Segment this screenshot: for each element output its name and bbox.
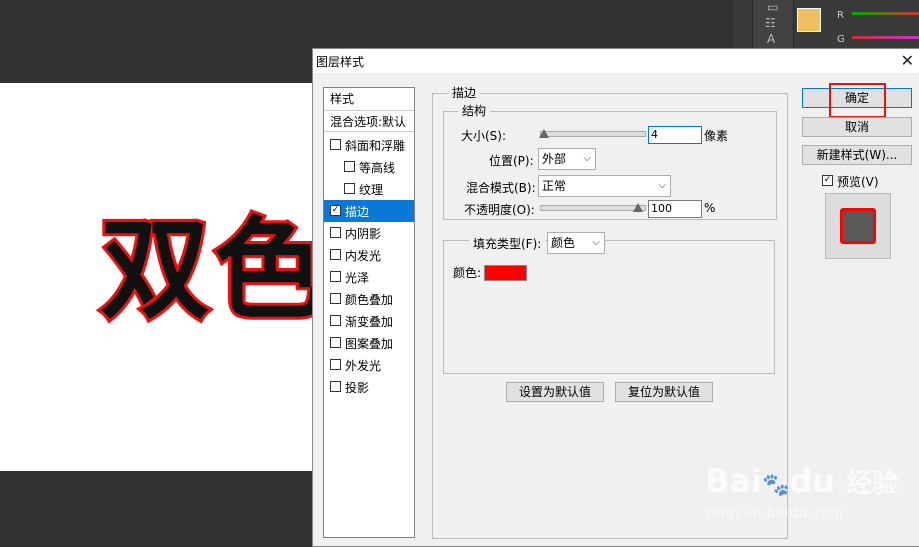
watermark-text-du: du — [789, 462, 836, 500]
style-list-header[interactable]: 样式 — [330, 90, 354, 107]
dialog-title: 图层样式 — [316, 55, 365, 69]
tool-icon[interactable]: ▭ — [767, 0, 778, 14]
style-item-label: 等高线 — [359, 161, 396, 175]
style-item-label: 外发光 — [345, 359, 382, 373]
style-item-label: 渐变叠加 — [345, 315, 394, 329]
style-item-label: 内阴影 — [345, 227, 382, 241]
watermark-text-jingyan: 经验 — [846, 469, 899, 499]
canvas-art-text: 双色 — [97, 203, 328, 337]
style-item-label: 颜色叠加 — [345, 293, 394, 307]
watermark-text-bai: Bai — [705, 462, 762, 500]
reset-default-button[interactable]: 复位为默认值 — [615, 382, 713, 402]
opacity-input[interactable]: 100 — [648, 200, 702, 218]
watermark-logo: Bai🐾du 经验 — [705, 462, 898, 500]
stroke-color-swatch[interactable] — [484, 265, 527, 281]
checkbox[interactable] — [330, 293, 341, 304]
style-item-inner-glow[interactable]: 内发光 — [324, 244, 414, 266]
style-list: 样式 混合选项:默认 斜面和浮雕 等高线 纹理 ✓ 描边 内阴影 内发光 光泽 … — [323, 87, 415, 538]
channel-label-r: R — [837, 10, 844, 21]
channel-slider-r[interactable] — [852, 12, 919, 15]
cancel-button[interactable]: 取消 — [802, 117, 912, 137]
glyph-panel-icon[interactable]: ☷ — [765, 16, 776, 30]
size-slider-thumb[interactable] — [539, 129, 549, 138]
style-item-label: 斜面和浮雕 — [345, 139, 406, 153]
style-item-outer-glow[interactable]: 外发光 — [324, 354, 414, 376]
style-item-pattern-overlay[interactable]: 图案叠加 — [324, 332, 414, 354]
style-item-contour[interactable]: 等高线 — [324, 156, 414, 178]
foreground-color-swatch[interactable] — [797, 8, 821, 32]
new-style-button[interactable]: 新建样式(W)... — [802, 145, 912, 165]
make-default-button[interactable]: 设置为默认值 — [506, 382, 604, 402]
checkbox[interactable] — [344, 183, 355, 194]
checkbox[interactable] — [330, 359, 341, 370]
position-label: 位置(P): — [489, 154, 534, 168]
style-item-inner-shadow[interactable]: 内阴影 — [324, 222, 414, 244]
fill-type-value: 颜色 — [551, 236, 576, 250]
checkbox[interactable] — [330, 271, 341, 282]
checkbox[interactable] — [330, 381, 341, 392]
blend-mode-value: 正常 — [542, 179, 567, 193]
checkbox[interactable] — [344, 161, 355, 172]
paw-icon: 🐾 — [761, 473, 790, 498]
channel-slider-g[interactable] — [852, 36, 919, 39]
style-item-label: 光泽 — [345, 271, 370, 285]
type-tool-icon[interactable]: A — [767, 32, 775, 46]
stroke-group-title: 描边 — [448, 84, 481, 101]
checkbox[interactable] — [330, 315, 341, 326]
fill-type-label: 填充类型(F): — [469, 235, 546, 252]
style-item-label: 内发光 — [345, 249, 382, 263]
chevron-down-icon: ⌵ — [658, 180, 666, 191]
position-value: 外部 — [542, 152, 567, 166]
dialog-titlebar[interactable]: 图层样式 ✕ — [313, 49, 919, 73]
preview-swatch — [840, 208, 876, 244]
opacity-slider[interactable] — [540, 203, 646, 212]
size-input[interactable]: 4 — [648, 126, 702, 144]
preview-checkbox-row[interactable]: ✓ 预览(V) — [822, 170, 902, 192]
opacity-unit: % — [704, 201, 716, 215]
checkbox[interactable] — [330, 227, 341, 238]
opacity-slider-thumb[interactable] — [633, 203, 643, 212]
preview-thumbnail — [825, 193, 891, 259]
blend-mode-label: 混合模式(B): — [466, 181, 536, 195]
preview-label: 预览(V) — [837, 175, 879, 189]
style-item-label: 图案叠加 — [345, 337, 394, 351]
blend-options-item[interactable]: 混合选项:默认 — [324, 110, 414, 132]
style-item-gradient-overlay[interactable]: 渐变叠加 — [324, 310, 414, 332]
fill-type-select[interactable]: 颜色 ⌵ — [547, 232, 605, 254]
tool-strip: ▭ ☷ A — [752, 0, 794, 48]
style-item-bevel[interactable]: 斜面和浮雕 — [324, 134, 414, 156]
checkbox[interactable] — [330, 337, 341, 348]
size-label: 大小(S): — [461, 129, 507, 143]
preview-checkbox[interactable]: ✓ — [822, 175, 833, 186]
checkbox[interactable] — [330, 139, 341, 150]
color-label: 颜色: — [453, 266, 482, 280]
style-item-stroke[interactable]: ✓ 描边 — [324, 200, 414, 222]
channel-label-g: G — [837, 34, 845, 45]
size-slider[interactable] — [539, 129, 646, 138]
position-select[interactable]: 外部 ⌵ — [538, 148, 596, 170]
fill-type-group — [443, 240, 775, 374]
style-item-label: 描边 — [345, 205, 370, 219]
style-item-label: 纹理 — [359, 183, 384, 197]
style-item-label: 投影 — [345, 381, 370, 395]
style-item-drop-shadow[interactable]: 投影 — [324, 376, 414, 398]
checkbox[interactable] — [330, 249, 341, 260]
ok-highlight-box — [829, 83, 886, 118]
opacity-label: 不透明度(O): — [464, 203, 535, 217]
blend-mode-select[interactable]: 正常 ⌵ — [538, 175, 671, 197]
style-item-color-overlay[interactable]: 颜色叠加 — [324, 288, 414, 310]
chevron-down-icon: ⌵ — [592, 237, 600, 248]
watermark-url: jingyan.baidu.com — [707, 506, 844, 521]
chevron-down-icon: ⌵ — [583, 153, 591, 164]
blend-options-label: 混合选项:默认 — [330, 115, 407, 129]
size-unit: 像素 — [704, 129, 729, 143]
style-item-satin[interactable]: 光泽 — [324, 266, 414, 288]
style-item-texture[interactable]: 纹理 — [324, 178, 414, 200]
checkbox[interactable]: ✓ — [330, 205, 341, 216]
structure-group-title: 结构 — [458, 102, 491, 119]
close-icon[interactable]: ✕ — [901, 51, 914, 70]
